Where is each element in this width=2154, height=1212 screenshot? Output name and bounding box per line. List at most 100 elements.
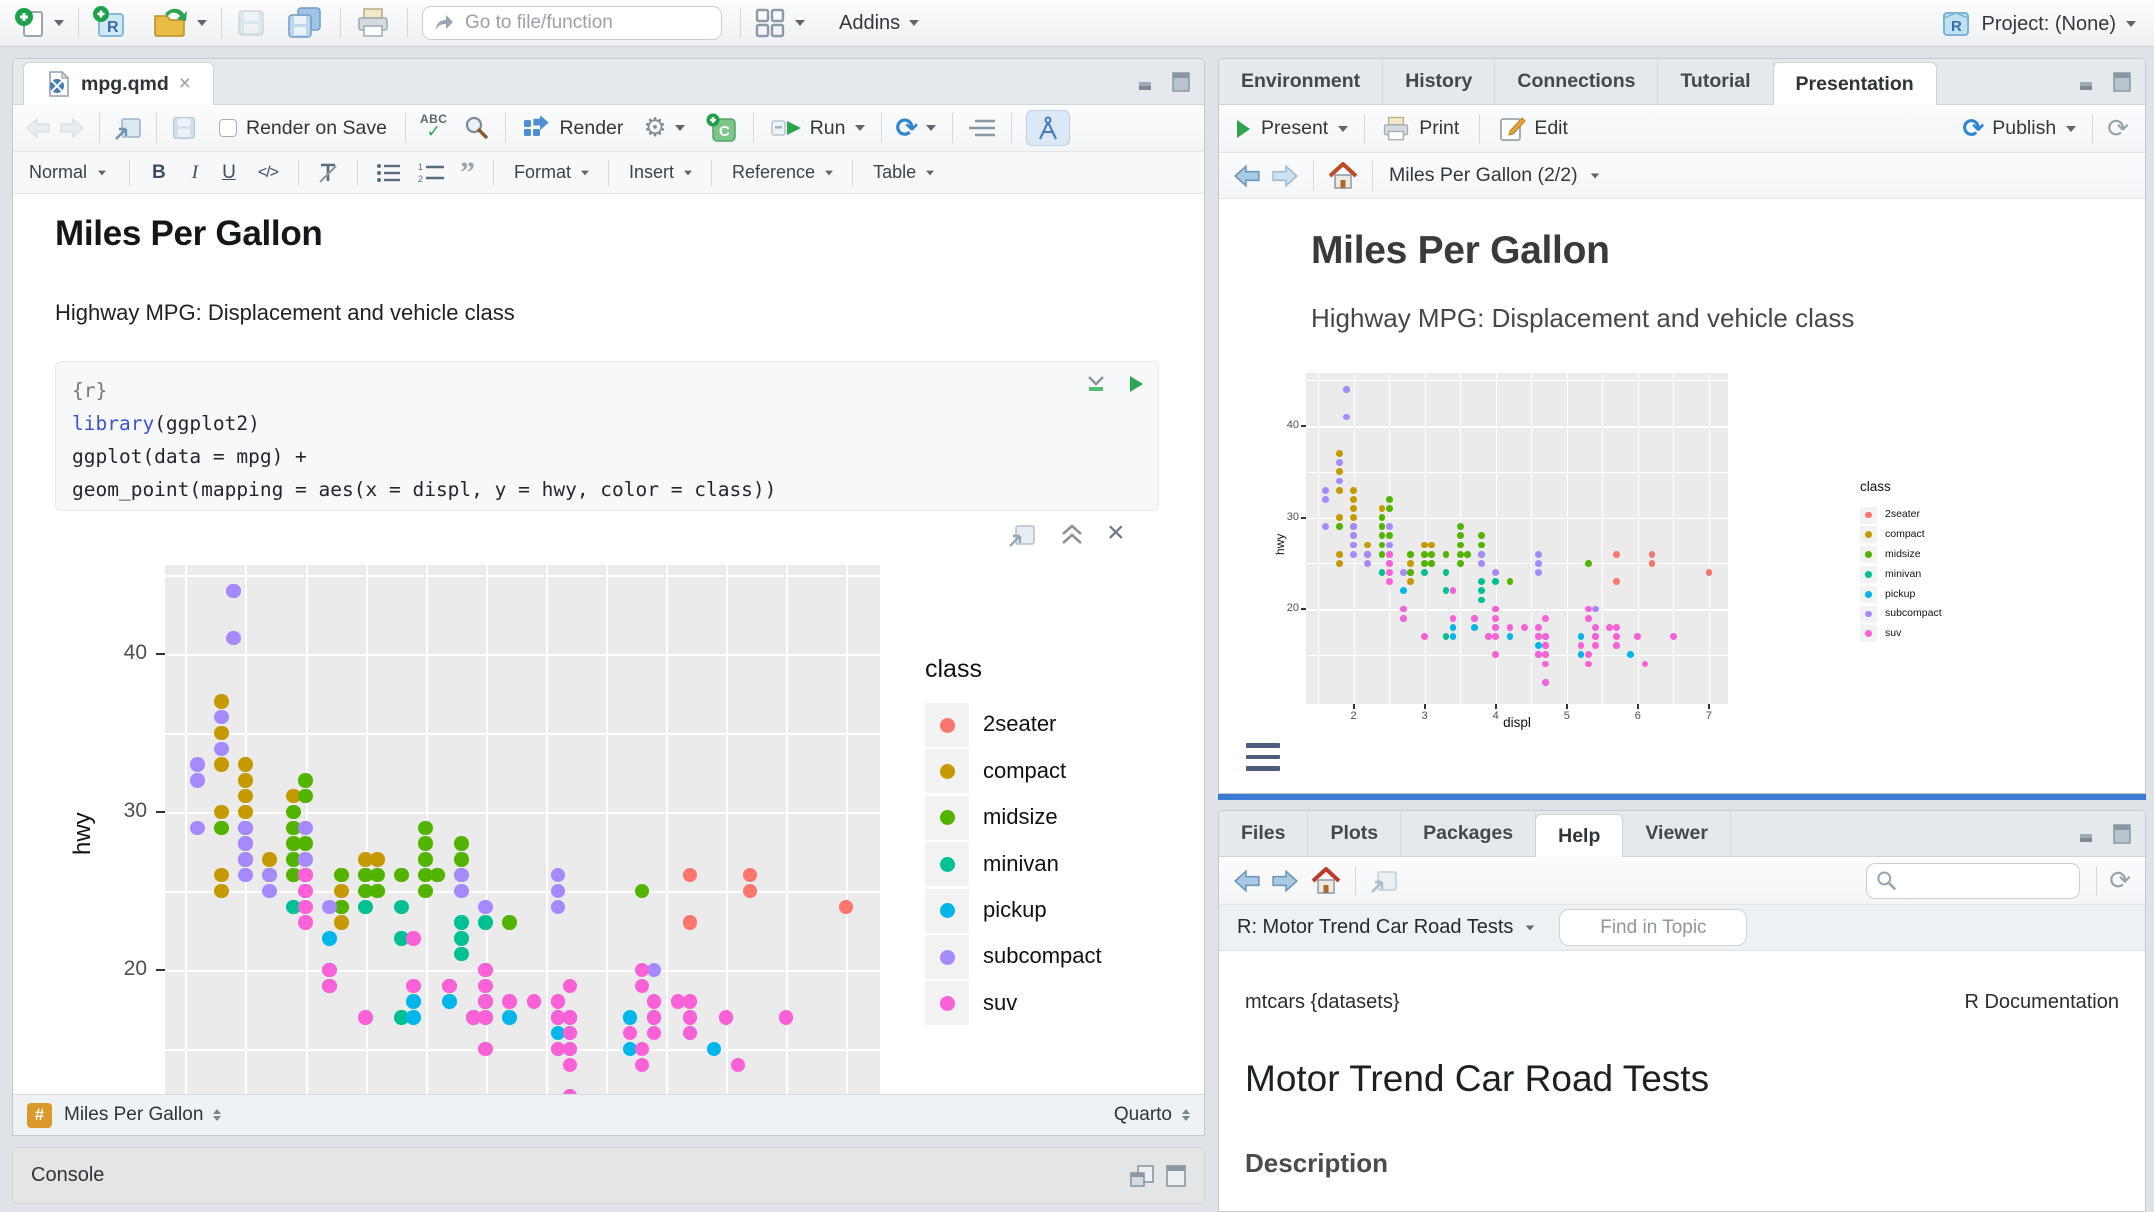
print-icon[interactable]	[1381, 115, 1411, 143]
goto-file-search[interactable]	[422, 6, 722, 40]
home-icon[interactable]	[1311, 867, 1341, 895]
outline-icon[interactable]	[969, 118, 995, 138]
run-icon[interactable]	[770, 116, 804, 140]
save-all-icon[interactable]	[286, 6, 324, 40]
forward-icon[interactable]	[1271, 163, 1299, 189]
publish-label[interactable]: Publish	[1992, 117, 2056, 140]
new-project-icon[interactable]: R	[91, 4, 129, 42]
minimize-icon[interactable]	[1138, 73, 1160, 91]
tab-presentation[interactable]: Presentation	[1773, 62, 1937, 105]
underline-button[interactable]: U	[222, 162, 236, 184]
open-file-caret[interactable]	[197, 20, 207, 26]
back-icon[interactable]	[25, 116, 51, 140]
minimize-icon[interactable]	[2079, 825, 2101, 843]
rerun-caret[interactable]	[926, 125, 936, 131]
tab-environment[interactable]: Environment	[1219, 59, 1383, 104]
reference-menu[interactable]: Reference	[732, 162, 815, 183]
refresh-icon[interactable]: ⟳	[2107, 116, 2129, 142]
forward-icon[interactable]	[59, 116, 85, 140]
tab-tutorial[interactable]: Tutorial	[1658, 59, 1773, 104]
visual-editor-toggle[interactable]	[1026, 110, 1070, 146]
forward-icon[interactable]	[1271, 868, 1299, 894]
output-popout-icon[interactable]	[1008, 522, 1036, 548]
tab-packages[interactable]: Packages	[1401, 811, 1536, 856]
doc-type-selector-icon[interactable]	[1182, 1109, 1190, 1121]
code-button[interactable]: </>	[258, 164, 278, 182]
maximize-icon[interactable]	[2113, 72, 2131, 92]
paragraph-style-select[interactable]: Normal	[29, 162, 87, 183]
run-caret[interactable]	[855, 125, 865, 131]
presentation-content[interactable]: Miles Per Gallon Highway MPG: Displaceme…	[1219, 199, 2145, 793]
maximize-icon[interactable]	[2113, 824, 2131, 844]
panes-grid-caret[interactable]	[795, 20, 805, 26]
run-chunk-icon[interactable]	[1128, 375, 1144, 393]
insert-caret[interactable]	[684, 170, 692, 175]
new-file-caret[interactable]	[54, 20, 64, 26]
find-replace-icon[interactable]	[463, 115, 489, 141]
tab-help[interactable]: Help	[1535, 814, 1623, 857]
table-menu[interactable]: Table	[873, 162, 916, 183]
insert-chunk-icon[interactable]: C	[705, 113, 737, 143]
tab-history[interactable]: History	[1383, 59, 1495, 104]
publish-icon[interactable]: ⟳	[1962, 116, 1984, 142]
clear-output-icon[interactable]: ×	[1107, 516, 1125, 550]
render-label[interactable]: Render	[559, 117, 623, 140]
console-restore-icon[interactable]	[1130, 1165, 1154, 1187]
present-label[interactable]: Present	[1261, 117, 1328, 140]
numbered-list-icon[interactable]: 12	[418, 162, 444, 184]
tab-plots[interactable]: Plots	[1308, 811, 1401, 856]
collapse-output-icon[interactable]	[1059, 522, 1085, 546]
outline-selector-icon[interactable]	[213, 1109, 221, 1121]
slide-nav-caret[interactable]	[1590, 173, 1599, 178]
tab-files[interactable]: Files	[1219, 811, 1308, 856]
edit-label[interactable]: Edit	[1534, 117, 1568, 140]
edit-icon[interactable]	[1498, 115, 1526, 143]
tab-connections[interactable]: Connections	[1495, 59, 1658, 104]
insert-menu[interactable]: Insert	[629, 162, 674, 183]
render-icon[interactable]	[522, 116, 552, 140]
save-icon[interactable]	[236, 8, 266, 38]
slide-menu-icon[interactable]	[1246, 743, 1280, 778]
render-options-caret[interactable]	[675, 125, 685, 131]
tab-mpg-qmd[interactable]: mpg.qmd ×	[23, 62, 214, 105]
topic-title[interactable]: R: Motor Trend Car Road Tests	[1237, 916, 1513, 939]
render-on-save-checkbox[interactable]	[219, 119, 237, 137]
console-header[interactable]: Console	[12, 1147, 1205, 1204]
save-icon[interactable]	[171, 115, 197, 141]
panes-grid-icon[interactable]	[753, 6, 787, 40]
document-canvas[interactable]: Miles Per Gallon Highway MPG: Displaceme…	[13, 194, 1204, 1094]
open-file-icon[interactable]	[151, 6, 191, 40]
outline-location[interactable]: Miles Per Gallon	[64, 1104, 203, 1126]
rerun-icon[interactable]: ⟳	[896, 115, 919, 142]
popout-icon[interactable]	[1370, 868, 1398, 894]
print-icon[interactable]	[355, 6, 391, 40]
paragraph-style-caret[interactable]	[98, 170, 106, 175]
back-icon[interactable]	[1233, 868, 1261, 894]
publish-caret[interactable]	[2066, 126, 2076, 132]
close-icon[interactable]: ×	[179, 72, 191, 96]
home-icon[interactable]	[1328, 162, 1358, 190]
addins-caret[interactable]	[909, 20, 919, 26]
clear-format-icon[interactable]	[317, 162, 339, 184]
pane-resize-divider[interactable]	[1218, 794, 2146, 800]
maximize-icon[interactable]	[1172, 72, 1190, 92]
refresh-icon[interactable]: ⟳	[2109, 868, 2131, 894]
help-search-input[interactable]	[1903, 869, 2071, 892]
topic-caret[interactable]	[1526, 925, 1535, 930]
doc-type[interactable]: Quarto	[1114, 1104, 1172, 1126]
help-content[interactable]: mtcars {datasets} R Documentation Motor …	[1219, 951, 2145, 1211]
bullet-list-icon[interactable]	[376, 163, 400, 183]
new-file-icon[interactable]	[14, 6, 48, 40]
italic-button[interactable]: I	[192, 162, 198, 184]
tab-viewer[interactable]: Viewer	[1623, 811, 1731, 856]
spellcheck-icon[interactable]: ABC ✓	[420, 114, 448, 142]
slide-nav-label[interactable]: Miles Per Gallon (2/2)	[1389, 164, 1578, 187]
minimize-icon[interactable]	[2079, 73, 2101, 91]
run-chunks-above-icon[interactable]	[1086, 374, 1106, 394]
help-search-box[interactable]	[1866, 863, 2080, 899]
find-in-topic-input[interactable]: Find in Topic	[1559, 909, 1747, 946]
gear-icon[interactable]: ⚙	[643, 115, 666, 141]
table-caret[interactable]	[926, 170, 934, 175]
code-chunk[interactable]: {r}library(ggplot2)ggplot(data = mpg) + …	[55, 361, 1159, 511]
run-label[interactable]: Run	[810, 117, 846, 140]
